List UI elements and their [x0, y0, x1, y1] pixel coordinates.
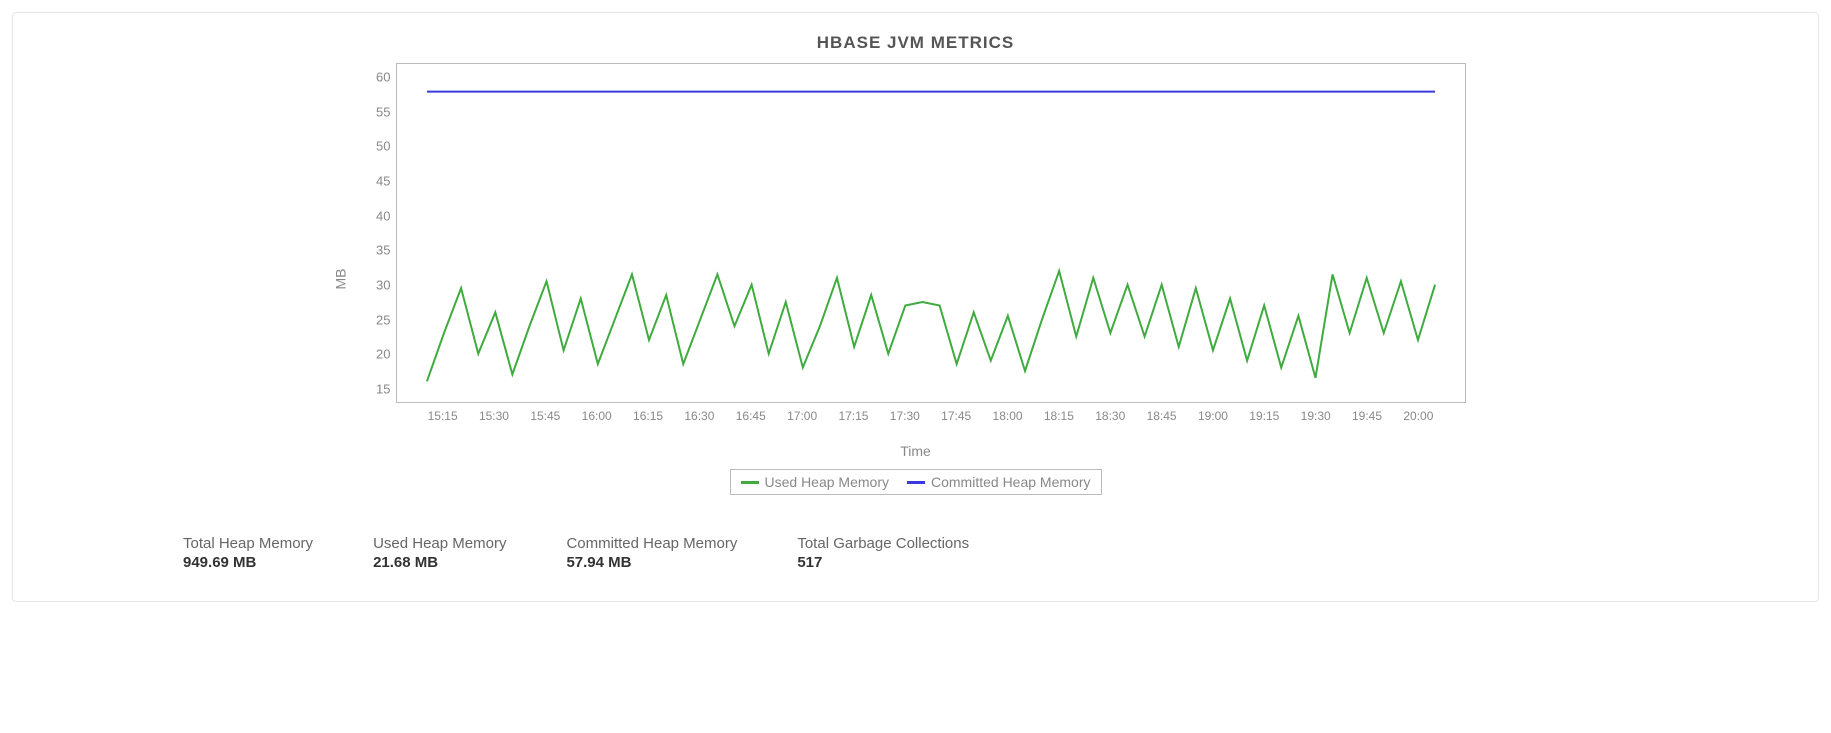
y-tick: 60 — [361, 69, 391, 84]
metrics-panel: HBASE JVM METRICS MB 15 20 25 30 35 40 45 50 55 6… — [12, 12, 1819, 602]
x-tick: 18:00 — [993, 409, 1023, 423]
x-tick: 16:00 — [582, 409, 612, 423]
x-tick: 20:00 — [1403, 409, 1433, 423]
x-tick: 16:45 — [736, 409, 766, 423]
legend-swatch — [741, 481, 759, 484]
y-tick: 50 — [361, 139, 391, 154]
legend-label: Committed Heap Memory — [931, 474, 1091, 490]
plot-area: MB 15202530354045505560 15:1515:3015:451… — [366, 63, 1466, 495]
x-tick: 18:15 — [1044, 409, 1074, 423]
y-axis-label: MB — [332, 269, 348, 290]
x-tick: 19:00 — [1198, 409, 1228, 423]
stat-block: Committed Heap Memory 57.94 MB — [566, 535, 737, 571]
stat-value: 21.68 MB — [373, 554, 506, 571]
stat-block: Total Heap Memory 949.69 MB — [183, 535, 313, 571]
legend-box: Used Heap Memory Committed Heap Memory — [730, 469, 1102, 495]
x-tick: 17:30 — [890, 409, 920, 423]
legend-label: Used Heap Memory — [765, 474, 890, 490]
chart-plot[interactable] — [396, 63, 1466, 403]
series-line — [426, 271, 1434, 381]
stat-value: 517 — [797, 554, 969, 571]
stat-block: Total Garbage Collections 517 — [797, 535, 969, 571]
legend-item: Committed Heap Memory — [907, 474, 1091, 490]
legend-swatch — [907, 481, 925, 484]
stat-block: Used Heap Memory 21.68 MB — [373, 535, 506, 571]
chart-svg — [397, 64, 1465, 402]
y-tick: 55 — [361, 104, 391, 119]
stat-value: 57.94 MB — [566, 554, 737, 571]
x-tick: 15:45 — [530, 409, 560, 423]
y-tick: 40 — [361, 208, 391, 223]
y-ticks: 15 20 25 30 35 40 45 50 55 60 — [361, 63, 391, 403]
x-tick: 16:30 — [684, 409, 714, 423]
x-tick: 19:15 — [1249, 409, 1279, 423]
x-tick: 18:45 — [1147, 409, 1177, 423]
chart-wrap: MB 15202530354045505560 15:1515:3015:451… — [43, 63, 1788, 495]
x-tick: 17:00 — [787, 409, 817, 423]
x-tick: 19:30 — [1301, 409, 1331, 423]
stat-label: Committed Heap Memory — [566, 535, 737, 552]
stat-label: Total Heap Memory — [183, 535, 313, 552]
legend: Used Heap Memory Committed Heap Memory — [366, 469, 1466, 495]
x-ticks: 15:15 15:30 15:45 16:00 16:15 16:30 16:45 17:00… — [396, 403, 1466, 443]
x-tick: 18:30 — [1095, 409, 1125, 423]
x-tick: 17:15 — [838, 409, 868, 423]
stat-label: Total Garbage Collections — [797, 535, 969, 552]
y-tick: 30 — [361, 278, 391, 293]
y-tick: 35 — [361, 243, 391, 258]
legend-item: Used Heap Memory — [741, 474, 890, 490]
x-axis-label: Time — [366, 443, 1466, 459]
y-tick: 20 — [361, 347, 391, 362]
x-tick: 17:45 — [941, 409, 971, 423]
x-tick: 16:15 — [633, 409, 663, 423]
y-tick: 45 — [361, 173, 391, 188]
x-tick: 19:45 — [1352, 409, 1382, 423]
chart-title: HBASE JVM METRICS — [43, 33, 1788, 53]
y-tick: 15 — [361, 382, 391, 397]
y-tick: 25 — [361, 312, 391, 327]
stat-label: Used Heap Memory — [373, 535, 506, 552]
x-tick: 15:30 — [479, 409, 509, 423]
stat-value: 949.69 MB — [183, 554, 313, 571]
x-tick: 15:15 — [428, 409, 458, 423]
stats-row: Total Heap Memory 949.69 MB Used Heap Memo… — [43, 535, 1788, 571]
